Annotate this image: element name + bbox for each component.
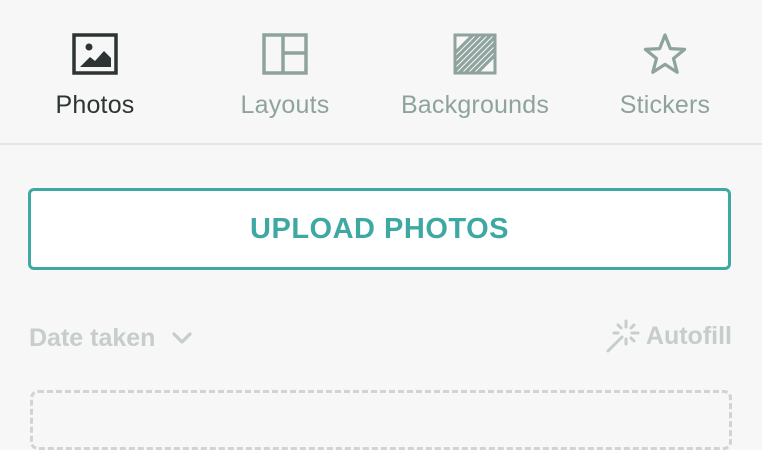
- tab-stickers-label: Stickers: [619, 91, 711, 119]
- tab-photos-label: Photos: [55, 91, 135, 119]
- autofill-label: Autofill: [645, 321, 732, 350]
- chevron-down-icon: [172, 332, 193, 344]
- tab-layouts[interactable]: Layouts: [190, 0, 380, 143]
- tab-backgrounds[interactable]: Backgrounds: [380, 0, 570, 143]
- tab-bar: Photos Layouts Backgrounds Stickers: [0, 0, 762, 145]
- star-icon: [641, 30, 689, 78]
- autofill-button[interactable]: Autofill: [604, 316, 732, 356]
- sort-label: Date taken: [29, 323, 156, 352]
- layout-icon: [261, 30, 309, 78]
- pattern-icon: [451, 30, 499, 78]
- tab-stickers[interactable]: Stickers: [570, 0, 760, 143]
- tab-photos[interactable]: Photos: [0, 0, 190, 143]
- magic-wand-icon: [606, 319, 640, 353]
- tab-layouts-label: Layouts: [240, 91, 330, 119]
- tab-backgrounds-label: Backgrounds: [400, 91, 550, 119]
- sort-dropdown[interactable]: Date taken: [29, 318, 195, 358]
- image-icon: [71, 30, 119, 78]
- photo-drop-zone[interactable]: [30, 390, 732, 450]
- upload-photos-button[interactable]: UPLOAD PHOTOS: [28, 188, 731, 270]
